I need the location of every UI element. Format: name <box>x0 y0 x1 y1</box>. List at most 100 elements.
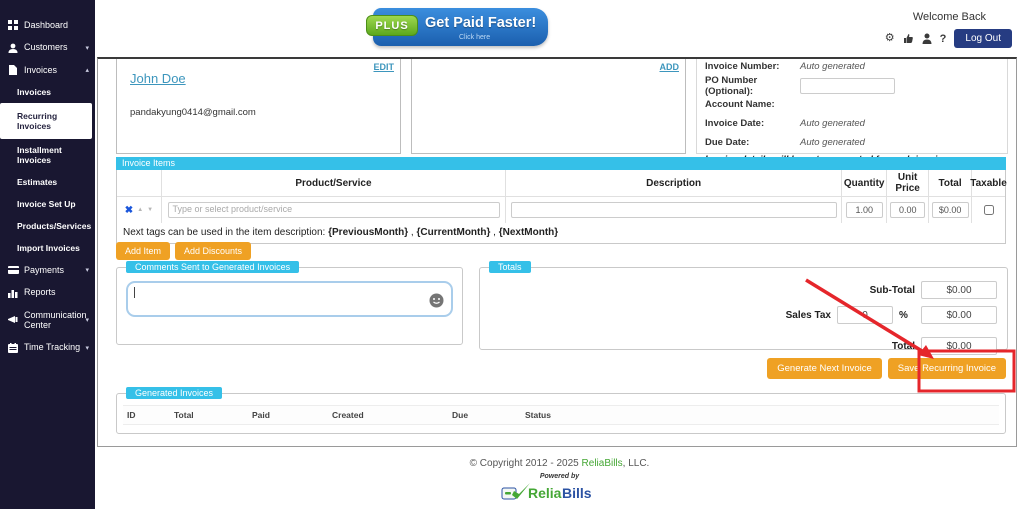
time-tracking-icon <box>8 343 19 353</box>
tags-note-prefix: Next tags can be used in the item descri… <box>123 227 325 238</box>
invoice-date-value: Auto generated <box>800 118 865 129</box>
tag-current-month: {CurrentMonth} <box>416 227 490 238</box>
move-row-down-icon[interactable]: ▼ <box>147 207 153 213</box>
sidebar-item-invoices[interactable]: Invoices ▴ <box>0 59 95 81</box>
totals-fieldset: Totals Sub-Total Sales Tax % Total <box>479 261 1008 350</box>
generated-invoices-fieldset: Generated Invoices ID Total Paid Created… <box>116 387 1006 434</box>
payments-icon <box>8 265 19 275</box>
generate-next-invoice-button[interactable]: Generate Next Invoice <box>767 358 882 379</box>
invoice-items-table: Product/Service Description Quantity Uni… <box>116 170 1006 244</box>
description-input[interactable] <box>511 202 837 218</box>
subtotal-value[interactable] <box>921 281 997 299</box>
sales-tax-label: Sales Tax <box>490 310 831 321</box>
product-service-header: Product/Service <box>162 170 506 197</box>
unit-price-input[interactable] <box>890 202 925 218</box>
gen-col-due: Due <box>452 410 525 420</box>
totals-legend: Totals <box>489 261 531 273</box>
comments-legend: Comments Sent to Generated Invoices <box>126 261 299 273</box>
megaphone-icon <box>8 315 19 325</box>
po-number-label: PO Number (Optional): <box>705 75 800 97</box>
footer: © Copyright 2012 - 2025 ReliaBills, LLC.… <box>95 458 1024 508</box>
chevron-up-icon: ▴ <box>85 66 89 74</box>
product-service-input[interactable] <box>168 202 500 218</box>
taxable-checkbox[interactable] <box>984 205 994 215</box>
total-value[interactable] <box>921 337 997 355</box>
sidebar-item-label: Reports <box>24 287 56 297</box>
copyright-prefix: © Copyright 2012 - 2025 <box>470 458 582 469</box>
sales-tax-rate-input[interactable] <box>837 306 893 324</box>
copyright-text: © Copyright 2012 - 2025 ReliaBills, LLC. <box>95 458 1024 469</box>
taxable-header: Taxable <box>972 170 1005 197</box>
help-icon[interactable]: ? <box>940 33 947 45</box>
logout-button[interactable]: Log Out <box>954 29 1012 48</box>
invoices-icon <box>8 65 19 75</box>
emoji-icon[interactable] <box>429 293 444 308</box>
reliabills-logo-icon <box>502 483 530 499</box>
sidebar-subitem-import-invoices[interactable]: Import Invoices <box>0 237 95 259</box>
sidebar-subitem-invoice-set-up[interactable]: Invoice Set Up <box>0 193 95 215</box>
sidebar-item-time-tracking[interactable]: Time Tracking ▾ <box>0 336 95 358</box>
chevron-down-icon: ▾ <box>85 316 89 324</box>
logo-bills-text: Bills <box>562 485 592 501</box>
sidebar-item-dashboard[interactable]: Dashboard <box>0 14 95 36</box>
sidebar-item-label: Payments <box>24 265 64 275</box>
sidebar-subitem-recurring-invoices[interactable]: Recurring Invoices <box>0 103 92 139</box>
settings-gear-icon[interactable]: ⚙ <box>885 33 895 44</box>
total-label: Total <box>490 341 915 352</box>
thumbs-up-icon[interactable] <box>903 33 914 44</box>
generated-invoices-header-row: ID Total Paid Created Due Status <box>123 405 999 425</box>
sidebar-item-reports[interactable]: Reports <box>0 281 95 303</box>
description-header: Description <box>506 170 842 197</box>
sidebar-subitem-products-services[interactable]: Products/Services <box>0 215 95 237</box>
tag-separator: , <box>411 227 414 238</box>
recurring-invoice-card: EDIT John Doe pandakyung0414@gmail.com A… <box>97 57 1017 447</box>
invoice-date-label: Invoice Date: <box>705 118 800 129</box>
move-row-up-icon[interactable]: ▲ <box>137 207 143 213</box>
add-item-button[interactable]: Add Item <box>116 242 170 260</box>
reliabills-link[interactable]: ReliaBills <box>582 458 623 469</box>
sales-tax-amount-value[interactable] <box>921 306 997 324</box>
add-discounts-button[interactable]: Add Discounts <box>175 242 251 260</box>
comments-input[interactable] <box>126 281 453 317</box>
dashboard-icon <box>8 20 19 30</box>
generated-invoices-legend: Generated Invoices <box>126 387 222 399</box>
tag-previous-month: {PreviousMonth} <box>328 227 408 238</box>
sidebar-item-label: Customers <box>24 42 68 52</box>
gen-col-created: Created <box>332 410 452 420</box>
customers-icon <box>8 43 19 53</box>
customer-name-link[interactable]: John Doe <box>130 71 186 86</box>
sidebar-item-communication-center[interactable]: Communication Center ▾ <box>0 304 95 337</box>
invoice-items-header: Invoice Items <box>116 157 1006 170</box>
add-link[interactable]: ADD <box>660 62 680 72</box>
gen-col-total: Total <box>174 410 252 420</box>
sidebar-item-payments[interactable]: Payments ▾ <box>0 259 95 281</box>
invoice-items-header-row: Product/Service Description Quantity Uni… <box>117 170 1005 197</box>
sidebar-subitem-estimates[interactable]: Estimates <box>0 171 95 193</box>
reliabills-logo[interactable]: Relia Bills <box>500 481 620 508</box>
tag-next-month: {NextMonth} <box>499 227 558 238</box>
get-paid-faster-banner[interactable]: PLUS Get Paid Faster! Click here <box>373 8 548 46</box>
sidebar-subitem-invoices[interactable]: Invoices <box>0 81 95 103</box>
invoice-number-value: Auto generated <box>800 61 865 72</box>
sidebar-item-label: Time Tracking <box>24 342 80 352</box>
gen-col-paid: Paid <box>252 410 332 420</box>
save-recurring-invoice-button[interactable]: Save Recurring Invoice <box>888 358 1006 379</box>
text-caret <box>134 287 135 298</box>
customer-email: pandakyung0414@gmail.com <box>130 107 256 118</box>
sidebar-item-customers[interactable]: Customers ▾ <box>0 36 95 58</box>
row-total-input[interactable] <box>932 202 969 218</box>
powered-by-text: Powered by <box>95 473 1024 480</box>
account-name-label: Account Name: <box>705 99 800 110</box>
sidebar-item-label: Invoices <box>24 65 57 75</box>
due-date-value: Auto generated <box>800 137 865 148</box>
total-header: Total <box>929 170 972 197</box>
edit-customer-link[interactable]: EDIT <box>373 62 394 72</box>
po-number-input[interactable] <box>800 78 895 94</box>
delete-row-icon[interactable]: ✖ <box>125 205 133 216</box>
banner-click-here[interactable]: Click here <box>459 34 490 41</box>
invoice-details-panel: Invoice Number: Auto generated PO Number… <box>696 59 1008 154</box>
account-person-icon[interactable] <box>922 33 932 44</box>
quantity-input[interactable] <box>846 202 883 218</box>
subtotal-label: Sub-Total <box>490 285 915 296</box>
sidebar-subitem-installment-invoices[interactable]: Installment Invoices <box>0 139 95 171</box>
